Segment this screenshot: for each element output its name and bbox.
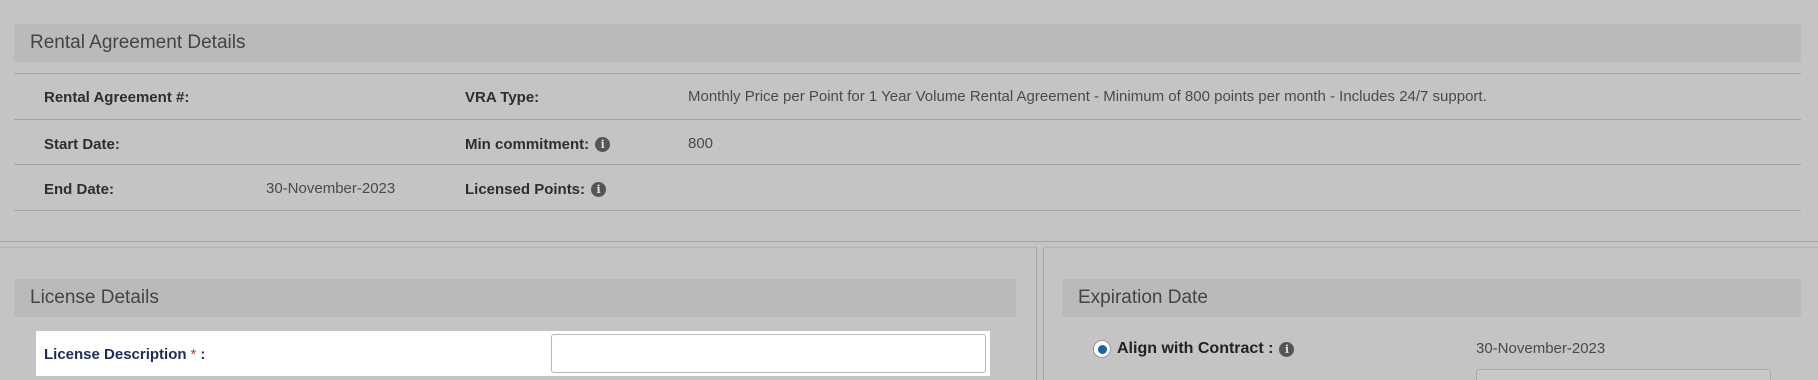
min-commitment-label: Min commitment: i [465,133,611,155]
license-description-row: License Description * : [36,331,990,376]
expiration-date-title: Expiration Date [1078,287,1208,308]
label-text: End Date: [44,180,115,198]
label-colon: : [200,345,206,363]
align-with-contract-date: 30-November-2023 [1476,340,1606,357]
licensed-points-label: Licensed Points: i [465,178,607,200]
column-divider-left [1036,247,1037,380]
section-divider [0,241,1818,242]
start-date-label: Start Date: [44,133,120,155]
rental-agreement-number-label: Rental Agreement #: [44,86,189,108]
min-commitment-value: 800 [688,135,714,152]
divider [14,164,1801,165]
label-text: License Description [44,345,187,363]
panel-top-border-right [1043,247,1818,248]
label-text: Licensed Points: [465,180,586,198]
label-text: Start Date: [44,135,120,153]
required-marker: * [190,345,197,363]
align-with-contract-radio[interactable] [1093,340,1111,358]
label-text: Rental Agreement #: [44,88,190,106]
info-icon[interactable]: i [1279,341,1295,357]
panel-top-border-left [0,247,1036,248]
end-date-value: 30-November-2023 [266,180,396,197]
rental-agreement-title: Rental Agreement Details [30,32,246,53]
license-details-title: License Details [30,287,159,308]
vra-type-value: Monthly Price per Point for 1 Year Volum… [688,88,1487,105]
divider [14,73,1801,74]
align-with-contract-label: Align with Contract : [1117,340,1274,357]
expiration-date-header: Expiration Date [1062,279,1801,317]
license-description-label: License Description * : [44,343,205,365]
radio-selected-dot [1097,344,1107,354]
end-date-label: End Date: [44,178,114,200]
divider [14,119,1801,120]
license-description-input[interactable] [551,334,986,373]
rental-agreement-header: Rental Agreement Details [14,24,1801,62]
license-details-header: License Details [14,279,1016,317]
divider [14,210,1801,211]
expiration-date-input[interactable] [1476,369,1771,380]
align-with-contract-option[interactable]: Align with Contract : i [1093,338,1295,360]
label-text: Min commitment: [465,135,590,153]
vra-type-label: VRA Type: [465,86,539,108]
info-icon[interactable]: i [591,181,607,197]
column-divider-right [1043,247,1044,380]
label-text: VRA Type: [465,88,540,106]
info-icon[interactable]: i [595,136,611,152]
